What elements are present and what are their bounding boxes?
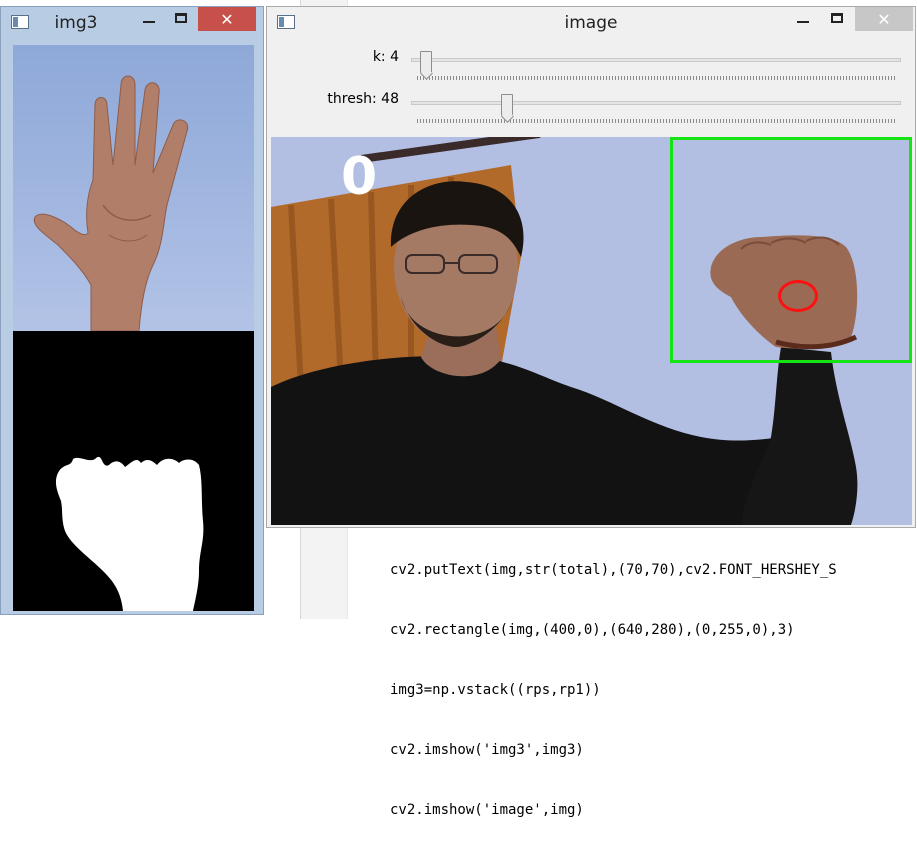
code-line[interactable]: img3=np.vstack((rps,rp1)) <box>390 680 837 700</box>
close-button[interactable]: ✕ <box>855 7 913 31</box>
trackbar-panel: k: 4 thresh: 48 <box>267 39 915 135</box>
hand-photo <box>13 45 254 331</box>
trackbar-k-thumb[interactable] <box>420 51 432 73</box>
image-window[interactable]: image ✕ k: 4 thresh: 48 0 <box>266 6 916 528</box>
palm-center-circle <box>778 280 818 312</box>
trackbar-k-label: k: 4 <box>372 49 399 65</box>
minimize-icon <box>797 21 809 23</box>
close-icon: ✕ <box>220 9 234 29</box>
open-hand-image <box>33 75 189 331</box>
minimize-icon <box>143 21 155 23</box>
img3-window[interactable]: img3 ✕ <box>0 6 264 615</box>
maximize-icon <box>175 13 187 23</box>
maximize-icon <box>831 13 843 23</box>
fist-mask-image <box>55 456 204 611</box>
image-window-title: image <box>564 13 618 33</box>
roi-rectangle <box>670 137 912 363</box>
img3-titlebar[interactable]: img3 ✕ <box>1 7 263 39</box>
code-line[interactable]: cv2.imshow('image',img) <box>390 800 837 820</box>
trackbar-thresh-thumb[interactable] <box>501 94 513 116</box>
camera-frame: 0 <box>271 137 912 525</box>
minimize-button[interactable] <box>789 7 817 29</box>
trackbar-thresh-ticks <box>417 119 895 123</box>
code-line[interactable]: cv2.imshow('img3',img3) <box>390 740 837 760</box>
minimize-button[interactable] <box>135 7 163 29</box>
threshold-mask <box>13 331 254 611</box>
code-block[interactable]: cv2.putText(img,str(total),(70,70),cv2.F… <box>390 520 837 860</box>
maximize-button[interactable] <box>167 7 195 29</box>
trackbar-thresh-label: thresh: 48 <box>327 91 399 107</box>
code-line[interactable]: cv2.putText(img,str(total),(70,70),cv2.F… <box>390 560 837 580</box>
trackbar-thresh-track[interactable] <box>411 101 901 105</box>
trackbar-k-track[interactable] <box>411 58 901 62</box>
close-button[interactable]: ✕ <box>198 7 256 31</box>
finger-count-label: 0 <box>341 147 378 207</box>
trackbar-k-ticks <box>417 76 895 80</box>
maximize-button[interactable] <box>823 7 851 29</box>
code-line[interactable]: cv2.rectangle(img,(400,0),(640,280),(0,2… <box>390 620 837 640</box>
image-titlebar[interactable]: image ✕ <box>267 7 915 39</box>
close-icon: ✕ <box>877 9 891 29</box>
